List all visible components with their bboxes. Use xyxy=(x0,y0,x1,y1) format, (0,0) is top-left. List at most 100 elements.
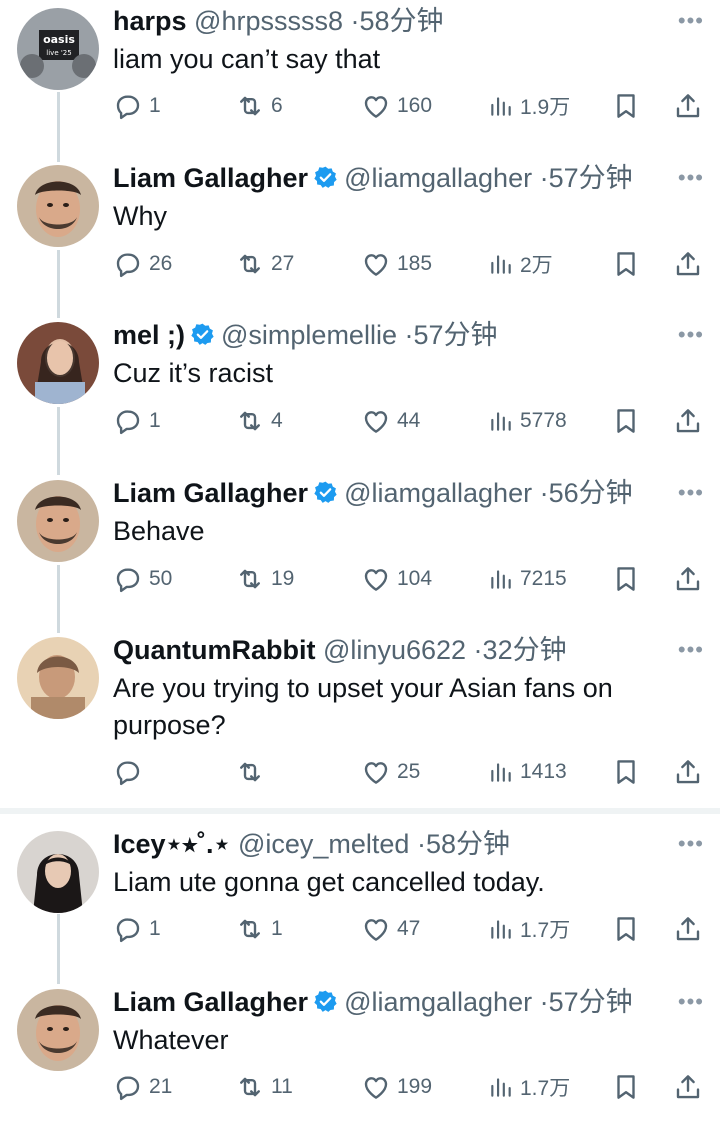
views-count: 2万 xyxy=(520,254,553,277)
share-button[interactable] xyxy=(673,754,703,790)
avatar[interactable] xyxy=(17,989,99,1071)
retweet-button[interactable]: 19 xyxy=(235,561,294,597)
share-button[interactable] xyxy=(673,561,703,597)
display-name[interactable]: Liam Gallagher xyxy=(113,478,308,508)
more-icon[interactable]: ••• xyxy=(678,476,704,510)
like-button[interactable]: 25 xyxy=(361,754,420,790)
retweet-button[interactable]: 11 xyxy=(235,1069,293,1105)
tweet[interactable]: oasis live '25 harps @hrpsssss8 ·58分钟 ••… xyxy=(0,0,720,150)
display-name[interactable]: Icey⋆⭒˚.⋆ xyxy=(113,829,230,859)
views-button[interactable]: 5778 xyxy=(488,403,567,439)
views-button[interactable]: 2万 xyxy=(488,246,553,282)
views-button[interactable]: 1.7万 xyxy=(488,1069,570,1105)
views-button[interactable]: 1.7万 xyxy=(488,911,570,947)
tweet[interactable]: Liam Gallagher @liamgallagher ·57分钟 ••• W… xyxy=(0,981,720,1131)
user-handle[interactable]: @liamgallagher xyxy=(344,163,532,193)
more-icon[interactable]: ••• xyxy=(678,985,704,1019)
views-count: 5778 xyxy=(520,409,567,432)
share-button[interactable] xyxy=(673,1069,703,1105)
bookmark-button[interactable] xyxy=(611,911,641,947)
user-handle[interactable]: @liamgallagher xyxy=(344,987,532,1017)
timestamp[interactable]: 57分钟 xyxy=(413,320,497,350)
user-handle[interactable]: @hrpsssss8 xyxy=(194,6,343,36)
display-name[interactable]: Liam Gallagher xyxy=(113,163,308,193)
bookmark-button[interactable] xyxy=(611,561,641,597)
like-button[interactable]: 47 xyxy=(361,911,420,947)
user-handle[interactable]: @simplemellie xyxy=(221,320,397,350)
share-button[interactable] xyxy=(673,88,703,124)
reply-button[interactable]: 21 xyxy=(113,1069,172,1105)
retweet-icon xyxy=(235,91,265,121)
user-handle[interactable]: @linyu6622 xyxy=(323,635,466,665)
retweet-button[interactable]: 1 xyxy=(235,911,283,947)
tweet[interactable]: mel ;) @simplemellie ·57分钟 ••• Cuz it’s r… xyxy=(0,314,720,464)
avatar[interactable] xyxy=(17,637,99,719)
timestamp[interactable]: 58分钟 xyxy=(426,829,510,859)
views-icon xyxy=(488,408,514,434)
views-button[interactable]: 7215 xyxy=(488,561,567,597)
avatar[interactable] xyxy=(17,831,99,913)
avatar[interactable] xyxy=(17,322,99,404)
tweet-actions: 50 19 104 7215 xyxy=(113,561,708,597)
bookmark-button[interactable] xyxy=(611,246,641,282)
bookmark-button[interactable] xyxy=(611,88,641,124)
reply-button[interactable]: 50 xyxy=(113,561,172,597)
tweet[interactable]: QuantumRabbit @linyu6622 ·32分钟 ••• Are y… xyxy=(0,629,720,799)
bookmark-button[interactable] xyxy=(611,403,641,439)
more-icon[interactable]: ••• xyxy=(678,161,704,195)
display-name[interactable]: QuantumRabbit xyxy=(113,635,316,665)
like-button[interactable]: 199 xyxy=(361,1069,432,1105)
tweet[interactable]: Liam Gallagher @liamgallagher ·56分钟 ••• B… xyxy=(0,472,720,622)
retweet-button[interactable]: 4 xyxy=(235,403,283,439)
retweet-button[interactable]: 27 xyxy=(235,246,294,282)
bookmark-button[interactable] xyxy=(611,1069,641,1105)
like-button[interactable]: 44 xyxy=(361,403,420,439)
timestamp[interactable]: 57分钟 xyxy=(549,987,633,1017)
reply-button[interactable]: 1 xyxy=(113,911,161,947)
retweet-count: 6 xyxy=(271,94,283,117)
retweet-button[interactable]: 6 xyxy=(235,88,283,124)
display-name[interactable]: Liam Gallagher xyxy=(113,987,308,1017)
views-button[interactable]: 1.9万 xyxy=(488,88,570,124)
user-handle[interactable]: @icey_melted xyxy=(238,829,409,859)
verified-badge-icon xyxy=(313,165,338,190)
views-button[interactable]: 1413 xyxy=(488,754,567,790)
like-count: 44 xyxy=(397,409,421,432)
share-icon xyxy=(673,249,703,279)
timestamp[interactable]: 57分钟 xyxy=(549,163,633,193)
display-name[interactable]: mel ;) xyxy=(113,320,185,350)
user-handle[interactable]: @liamgallagher xyxy=(344,478,532,508)
reply-button[interactable] xyxy=(113,754,149,790)
timestamp[interactable]: 58分钟 xyxy=(360,6,444,36)
reply-button[interactable]: 1 xyxy=(113,403,161,439)
like-button[interactable]: 160 xyxy=(361,88,432,124)
tweet[interactable]: Liam Gallagher @liamgallagher ·57分钟 ••• W… xyxy=(0,157,720,307)
more-icon[interactable]: ••• xyxy=(678,4,704,38)
bookmark-button[interactable] xyxy=(611,754,641,790)
reply-icon xyxy=(113,1072,143,1102)
more-icon[interactable]: ••• xyxy=(678,633,704,667)
share-button[interactable] xyxy=(673,403,703,439)
like-count: 160 xyxy=(397,94,433,117)
retweet-icon xyxy=(235,1072,265,1102)
share-button[interactable] xyxy=(673,911,703,947)
display-name[interactable]: harps xyxy=(113,6,187,36)
reply-button[interactable]: 26 xyxy=(113,246,172,282)
tweet[interactable]: Icey⋆⭒˚.⋆ @icey_melted ·58分钟 ••• Liam ut… xyxy=(0,823,720,973)
avatar[interactable]: oasis live '25 xyxy=(17,8,99,90)
like-button[interactable]: 104 xyxy=(361,561,432,597)
heart-icon xyxy=(361,757,391,787)
reply-icon xyxy=(113,564,143,594)
more-icon[interactable]: ••• xyxy=(678,318,704,352)
share-button[interactable] xyxy=(673,246,703,282)
retweet-button[interactable] xyxy=(235,754,271,790)
reply-icon xyxy=(113,914,143,944)
more-icon[interactable]: ••• xyxy=(678,827,704,861)
avatar[interactable] xyxy=(17,165,99,247)
like-button[interactable]: 185 xyxy=(361,246,432,282)
views-count: 1.9万 xyxy=(520,96,571,119)
timestamp[interactable]: 32分钟 xyxy=(483,635,567,665)
avatar[interactable] xyxy=(17,480,99,562)
reply-button[interactable]: 1 xyxy=(113,88,161,124)
timestamp[interactable]: 56分钟 xyxy=(549,478,633,508)
